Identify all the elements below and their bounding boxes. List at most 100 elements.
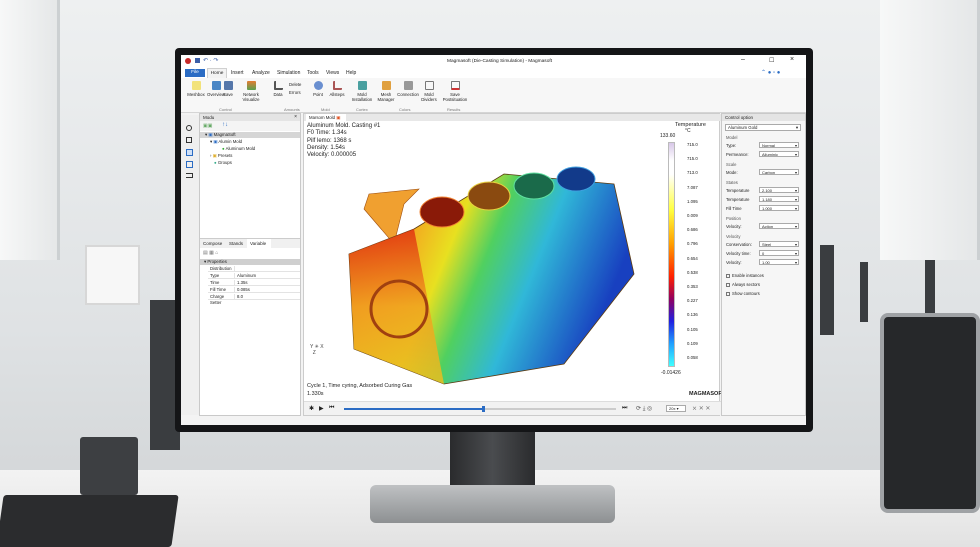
legend-unit: °C bbox=[685, 128, 691, 134]
timeline-slider[interactable] bbox=[344, 405, 616, 412]
skip-end-button[interactable]: ⏭ bbox=[622, 405, 627, 412]
info-line: Aluminum Mold. Casting #1 bbox=[307, 123, 381, 129]
maximize-button[interactable]: ☐ bbox=[769, 57, 774, 64]
tool-strip bbox=[181, 115, 199, 415]
save-button[interactable]: Save bbox=[219, 81, 237, 97]
allsteps-button[interactable]: Allsteps bbox=[326, 81, 348, 97]
minimize-button[interactable]: – bbox=[741, 56, 745, 63]
field-input[interactable]: Alluminic ▾ bbox=[759, 151, 799, 157]
record-button[interactable]: ✱ bbox=[309, 405, 314, 412]
field-input[interactable]: 1.00 ▾ bbox=[759, 259, 799, 265]
checkbox[interactable]: Enable instances bbox=[726, 273, 764, 278]
checkbox[interactable]: Always sectors bbox=[726, 282, 760, 287]
tab-mold-view[interactable]: Marsom Mold ▣ bbox=[306, 114, 346, 121]
monitor-base bbox=[370, 485, 615, 523]
checkbox-box[interactable] bbox=[726, 273, 730, 278]
legend-tick: 0.538 bbox=[687, 269, 698, 275]
field-input[interactable]: Action ▾ bbox=[759, 223, 799, 229]
rewind-button[interactable]: ⏮ bbox=[329, 405, 334, 412]
temperature-legend: Temperature °C 133.60 715.0 715.0 713.0 7.0… bbox=[659, 122, 721, 382]
panel-tabs: Compose Stands Variable bbox=[200, 238, 300, 249]
tab-compose[interactable]: Compose bbox=[203, 241, 222, 246]
play-button[interactable]: ▶ bbox=[319, 405, 324, 412]
property-name: Type bbox=[208, 273, 234, 279]
tab-help[interactable]: Help bbox=[346, 70, 356, 76]
property-value[interactable]: 8.0 bbox=[234, 294, 300, 300]
close-button[interactable]: × bbox=[790, 56, 794, 63]
view-icon[interactable] bbox=[186, 149, 193, 156]
close-icons[interactable]: ⨯ ✕ ✕ bbox=[692, 405, 710, 412]
axis-triad-icon: Y ✳ X Z bbox=[310, 344, 324, 356]
delete-button[interactable]: Delete bbox=[289, 82, 301, 87]
help-icon[interactable]: ⌃ ● ▫ ● bbox=[761, 69, 780, 76]
field-input[interactable]: 0 ▾ bbox=[759, 250, 799, 256]
loop-icon[interactable]: ⟳ ⤓ ◎ bbox=[636, 405, 652, 413]
speed-select[interactable]: 20x ▾ bbox=[666, 405, 686, 412]
errors-button[interactable]: Errors bbox=[289, 90, 301, 95]
field-input[interactable]: Carbon ▾ bbox=[759, 169, 799, 175]
checkbox[interactable]: Show contours bbox=[726, 291, 760, 296]
tab-file[interactable]: File bbox=[185, 69, 205, 77]
tab-variable[interactable]: Variable bbox=[247, 239, 271, 249]
property-row[interactable]: Distribution bbox=[200, 266, 300, 272]
property-value[interactable]: Aluminum bbox=[234, 273, 300, 279]
tree-item[interactable]: › ▣ Presets bbox=[200, 153, 300, 159]
property-row[interactable]: Time 1.35s bbox=[200, 280, 300, 286]
mold-installation-button[interactable]: Mold Installation bbox=[348, 81, 376, 102]
field-input[interactable]: 1.000 ▾ bbox=[759, 205, 799, 211]
field-input[interactable]: Steel ▾ bbox=[759, 241, 799, 247]
properties-toolbar-icons[interactable]: ▤ ▦ ⌂ bbox=[203, 250, 218, 256]
property-row[interactable]: Fill Time 0.085s bbox=[200, 287, 300, 293]
undo-icon[interactable]: ↶ · ↷ bbox=[203, 57, 218, 64]
tab-simulation[interactable]: Simulation bbox=[277, 70, 300, 76]
properties-title: Properties bbox=[207, 259, 227, 264]
button-label: Allsteps bbox=[329, 92, 345, 97]
field-input[interactable]: Normal ▾ bbox=[759, 142, 799, 148]
network-visualize-button[interactable]: Network Visualize bbox=[236, 81, 266, 102]
tab-tools[interactable]: Tools bbox=[307, 70, 319, 76]
legend-tick: 7.087 bbox=[687, 184, 698, 190]
tab-views[interactable]: Views bbox=[326, 70, 339, 76]
preset-select[interactable]: Aluminum Gold ▾ bbox=[725, 124, 801, 131]
mouse-icon[interactable] bbox=[186, 125, 192, 131]
property-row[interactable]: Charge Setter 8.0 bbox=[200, 294, 300, 305]
layout-icon[interactable] bbox=[186, 161, 193, 168]
checkbox-box[interactable] bbox=[726, 291, 730, 296]
point-button[interactable]: Point bbox=[309, 81, 327, 97]
data-button[interactable]: Data bbox=[269, 81, 287, 97]
tree-item[interactable]: ▾ ▣ Alumin Mold bbox=[200, 139, 300, 145]
timeline-thumb[interactable] bbox=[481, 405, 485, 412]
notebook bbox=[0, 495, 179, 547]
tree-item[interactable]: ● Groups bbox=[200, 160, 300, 166]
tab-stands[interactable]: Stands bbox=[229, 241, 243, 246]
move-up-icon[interactable]: ↑↓ bbox=[222, 122, 228, 128]
tree-item-root[interactable]: ▾ ▣ MagmaSoft bbox=[200, 132, 300, 138]
save-postsituation-button[interactable]: Save Postsituation bbox=[441, 81, 469, 102]
section-title: States bbox=[726, 180, 738, 185]
engine-block-model[interactable] bbox=[324, 134, 644, 394]
network-icon bbox=[246, 81, 256, 90]
panel-close-icon[interactable]: × bbox=[294, 114, 297, 120]
tree-item[interactable]: ● Aluminum Mold bbox=[200, 146, 300, 152]
tab-home[interactable]: Home bbox=[207, 68, 227, 78]
property-row[interactable]: Type Aluminum bbox=[200, 273, 300, 279]
tab-insert[interactable]: Insert bbox=[231, 70, 244, 76]
button-label: Save Postsituation bbox=[442, 92, 468, 102]
save-icon[interactable] bbox=[195, 58, 200, 63]
section-title: Position bbox=[726, 216, 741, 221]
field-input[interactable]: 2.100 ▾ bbox=[759, 187, 799, 193]
pipe-icon[interactable] bbox=[186, 173, 193, 178]
field-input[interactable]: 1.180 ▾ bbox=[759, 196, 799, 202]
property-value[interactable]: 1.35s bbox=[234, 280, 300, 286]
tab-analyze[interactable]: Analyze bbox=[252, 70, 270, 76]
preset-value: Aluminum Gold bbox=[728, 125, 758, 130]
copy-icon[interactable]: ▣▣ bbox=[203, 123, 212, 129]
property-value[interactable]: 0.085s bbox=[234, 287, 300, 293]
mold-dividers-button[interactable]: Mold Dividers bbox=[418, 81, 440, 102]
property-value[interactable] bbox=[234, 266, 300, 272]
speed-value: 20x bbox=[669, 406, 676, 411]
viewport[interactable]: Marsom Mold ▣ Aluminum Mold. Casting #1 … bbox=[303, 113, 725, 416]
panel-toolbar: ▣▣ ↑↓ bbox=[200, 121, 300, 131]
select-icon[interactable] bbox=[186, 137, 192, 143]
checkbox-box[interactable] bbox=[726, 282, 730, 287]
